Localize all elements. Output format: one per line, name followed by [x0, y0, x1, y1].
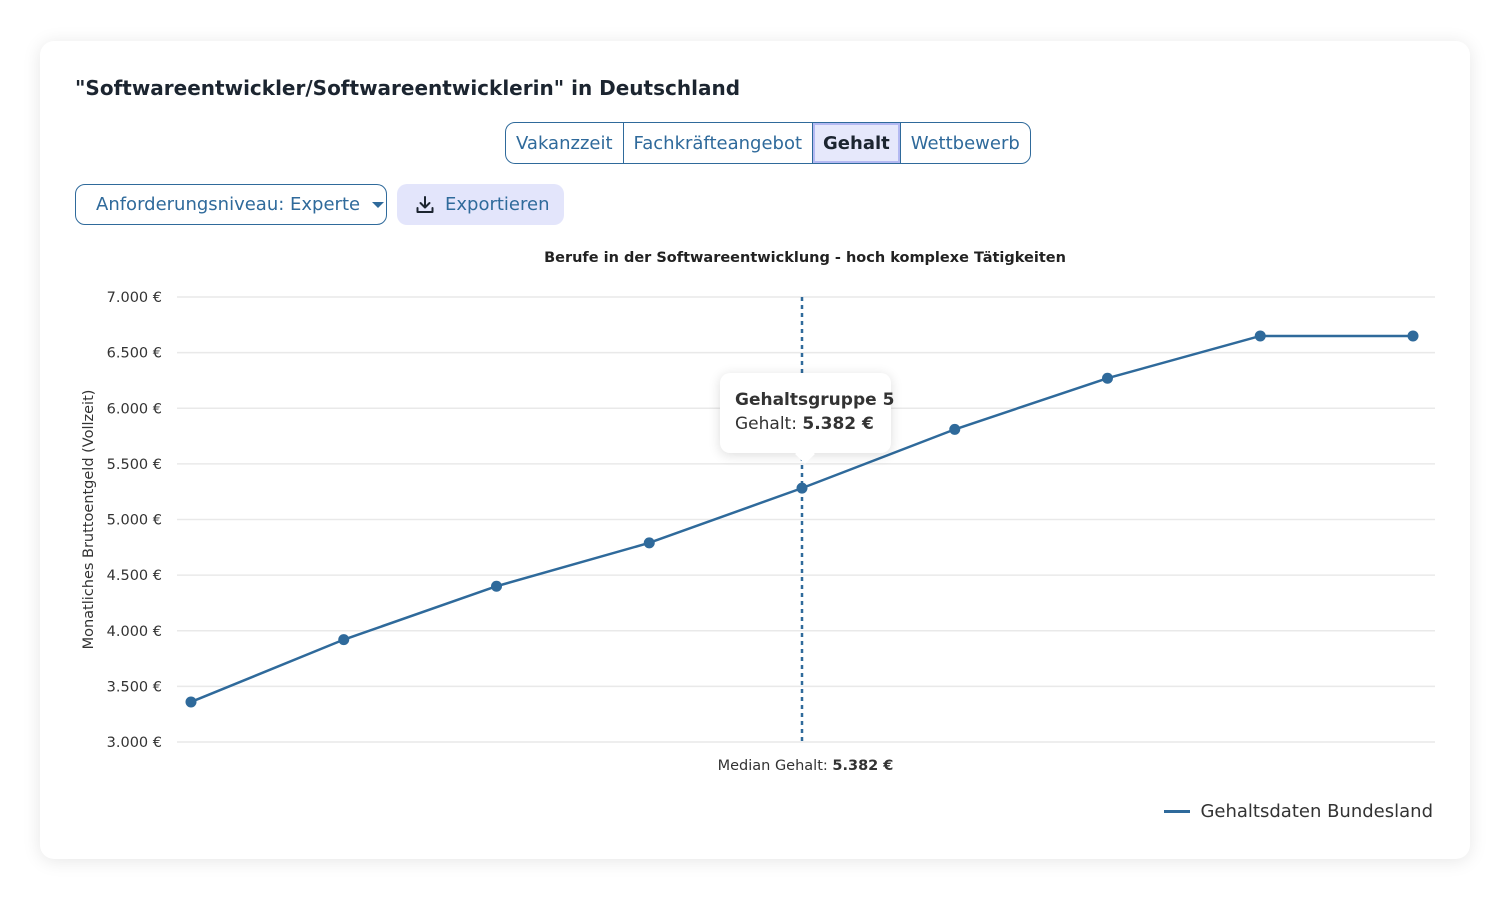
legend: Gehaltsdaten Bundesland	[1164, 801, 1433, 822]
y-tick-label: 4.500 €	[107, 568, 162, 584]
data-point	[491, 580, 502, 592]
data-point	[643, 537, 655, 549]
data-point	[1407, 330, 1419, 342]
y-tick-label: 4.000 €	[107, 624, 162, 640]
tooltip-value-prefix: Gehalt:	[735, 414, 803, 434]
tooltip: Gehaltsgruppe 5 Gehalt: 5.382 €	[720, 373, 895, 453]
y-tick-label: 3.000 €	[107, 735, 162, 751]
y-tick-label: 5.500 €	[107, 457, 162, 473]
median-prefix: Median Gehalt:	[717, 758, 833, 774]
data-point	[796, 482, 808, 494]
median-label: Median Gehalt: 5.382 €	[0, 758, 1510, 774]
legend-line-swatch	[1164, 810, 1191, 813]
y-axis-label: Monatliches Bruttoentgeld (Vollzeit)	[81, 390, 97, 650]
y-tick-label: 3.500 €	[107, 679, 162, 695]
y-tick-label: 6.500 €	[107, 346, 162, 362]
y-tick-label: 6.000 €	[107, 401, 162, 417]
data-point	[185, 696, 197, 708]
tooltip-title: Gehaltsgruppe 5	[735, 390, 895, 410]
legend-label: Gehaltsdaten Bundesland	[1200, 801, 1433, 822]
y-tick-label: 7.000 €	[107, 290, 162, 306]
tooltip-value-line: Gehalt: 5.382 €	[735, 414, 891, 434]
data-point	[338, 634, 350, 646]
data-point	[1102, 372, 1113, 384]
y-tick-label: 5.000 €	[107, 513, 162, 529]
median-value: 5.382 €	[832, 758, 894, 774]
tooltip-value: 5.382 €	[802, 414, 874, 434]
data-point	[1254, 330, 1266, 342]
data-point	[949, 423, 961, 435]
